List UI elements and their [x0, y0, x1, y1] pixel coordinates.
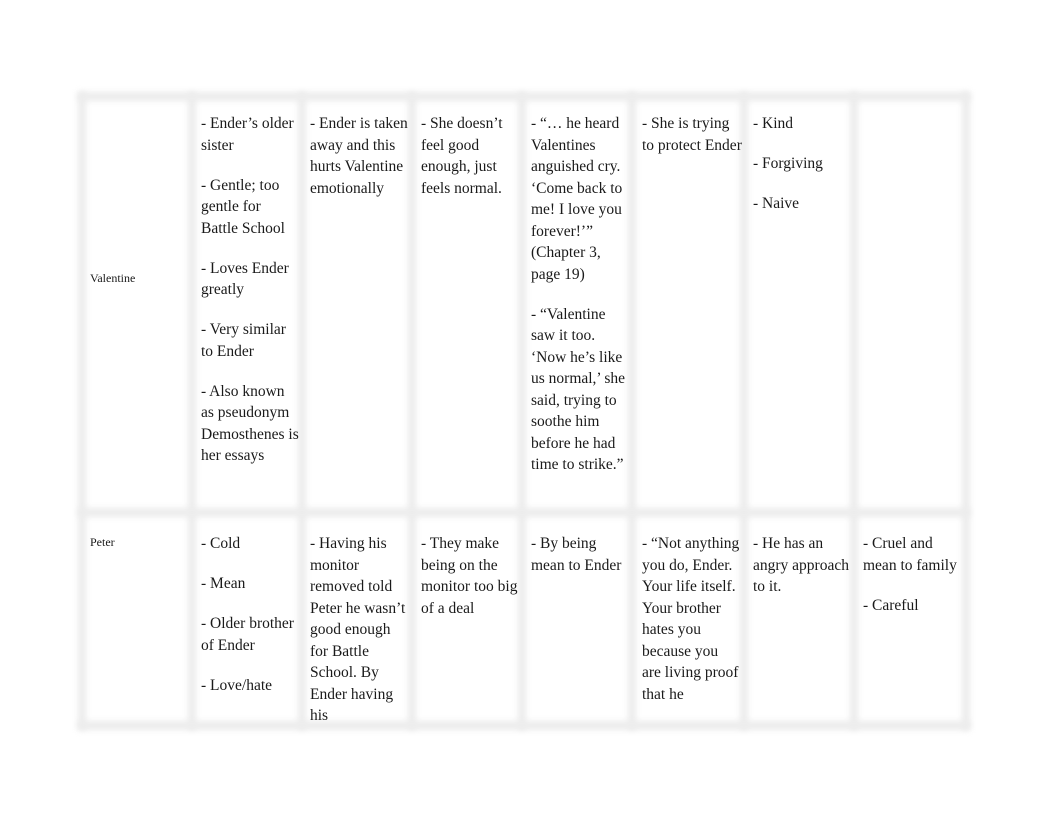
cell-bullet: - She doesn’t feel good enough, just fee… — [421, 115, 503, 197]
cell-bullet: - Ender is taken away and this hurts Val… — [310, 115, 408, 197]
table-border — [78, 92, 86, 730]
cell-bullet: - “Not anything you do, Ender. Your life… — [642, 535, 740, 703]
cell-bullet: - Mean — [201, 575, 246, 592]
table-cell: - Ender’s older sister - Gentle; too gen… — [201, 113, 301, 505]
cell-bullet: - Forgiving — [753, 155, 823, 172]
table-border — [518, 92, 526, 730]
table-cell: - Ender is taken away and this hurts Val… — [310, 113, 410, 505]
cell-bullet: - “… he heard Valentines anguished cry. … — [531, 115, 623, 283]
cell-bullet: - Ender’s older sister — [201, 115, 294, 154]
table-cell: - They make being on the monitor too big… — [421, 533, 519, 721]
table-cell: - Cold - Mean - Older brother of Ender -… — [201, 533, 301, 721]
table-cell: - Having his monitor removed told Peter … — [310, 533, 410, 721]
table-cell: - By being mean to Ender — [531, 533, 631, 721]
cell-bullet: - Older brother of Ender — [201, 615, 294, 654]
table-cell: - “Not anything you do, Ender. Your life… — [642, 533, 740, 721]
cell-bullet: - Careful — [863, 596, 919, 614]
table-cell: - Cruel and mean to family - Careful — [863, 533, 959, 721]
cell-bullet: - She is trying to protect Ender — [642, 115, 742, 154]
table-cell: - She is trying to protect Ender — [642, 113, 742, 505]
table-cell: - “… he heard Valentines anguished cry. … — [531, 113, 631, 513]
cell-bullet: - Having his monitor removed told Peter … — [310, 535, 406, 721]
row-label-valentine: Valentine — [90, 271, 136, 285]
table-border — [78, 92, 970, 101]
row-label-peter: Peter — [90, 535, 115, 549]
cell-bullet: - “Valentine saw it too. ‘Now he’s like … — [531, 305, 625, 474]
table-border — [962, 92, 970, 730]
cell-bullet: - Loves Ender greatly — [201, 259, 289, 299]
cell-bullet: - Very similar to Ender — [201, 321, 286, 360]
table-cell-empty — [863, 113, 959, 505]
cell-bullet: - Cruel and mean to family — [863, 535, 957, 574]
cell-bullet: - Naive — [753, 195, 800, 212]
character-analysis-table: Valentine - Ender’s older sister - Gentl… — [78, 92, 970, 730]
cell-bullet: - He has an angry approach to it. — [753, 535, 849, 595]
table-border — [188, 92, 196, 730]
cell-bullet: - Love/hate — [201, 676, 273, 694]
table-cell: - Kind - Forgiving - Naive — [753, 113, 853, 505]
cell-bullet: - Also known as pseudonym Demosthenes is… — [201, 382, 299, 465]
cell-bullet: - Cold — [201, 535, 241, 552]
table-border — [78, 721, 970, 730]
table-cell: - She doesn’t feel good enough, just fee… — [421, 113, 519, 505]
table-border — [78, 508, 970, 517]
cell-bullet: - Gentle; too gentle for Battle School — [201, 176, 285, 237]
table-cell: - He has an angry approach to it. — [753, 533, 853, 721]
cell-bullet: - By being mean to Ender — [531, 535, 622, 574]
cell-bullet: - They make being on the monitor too big… — [421, 535, 518, 617]
cell-bullet: - Kind — [753, 115, 794, 132]
